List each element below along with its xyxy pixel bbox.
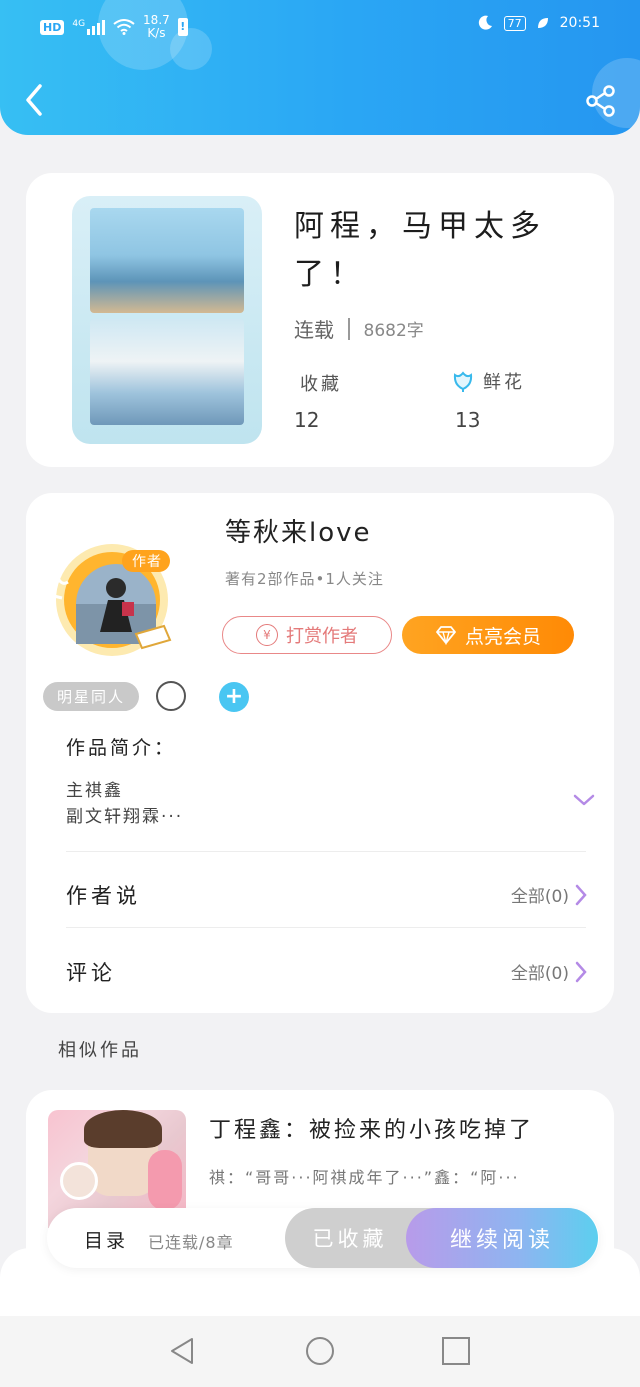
comments-label: 评论 xyxy=(66,961,116,985)
avatar-frame xyxy=(53,544,172,656)
tag-circle-icon[interactable] xyxy=(156,681,186,711)
chevron-right-icon xyxy=(575,884,587,905)
toc-button[interactable]: 目录 xyxy=(84,1226,128,1253)
nav-recents-icon[interactable] xyxy=(441,1336,471,1366)
battery-indicator: 77 xyxy=(503,15,526,31)
tag-chip[interactable]: 明星同人 xyxy=(43,682,139,711)
vip-label: 点亮会员 xyxy=(464,625,541,648)
net-speed: 18.7 K/s xyxy=(143,13,170,40)
author-says-label: 作者说 xyxy=(66,884,141,908)
intro-line: 主祺鑫 xyxy=(66,781,123,801)
word-count: 8682字 xyxy=(363,321,424,341)
cover-image-top xyxy=(90,208,244,313)
intro-line: 副文轩翔霖··· xyxy=(66,807,184,827)
favorites-label: 收藏 xyxy=(300,374,342,395)
hd-badge: HD xyxy=(40,19,65,35)
tip-author-label: 打赏作者 xyxy=(286,626,358,647)
similar-title[interactable]: 丁程鑫：被捡来的小孩吃掉了 xyxy=(209,1112,534,1144)
add-tag-button[interactable]: + xyxy=(219,682,249,712)
divider xyxy=(66,851,586,852)
chevron-right-icon xyxy=(575,961,587,982)
flowers-label: 鲜花 xyxy=(483,372,525,393)
nav-back-icon[interactable] xyxy=(168,1336,198,1366)
author-says-count: 全部(0) xyxy=(510,887,569,907)
flowers-count: 13 xyxy=(455,408,481,432)
signal-icon: 4G xyxy=(72,19,106,35)
top-header: HD 4G 18.7 K/s ! 77 20:51 xyxy=(0,0,640,135)
yen-icon: ¥ xyxy=(256,624,278,646)
nav-home-icon[interactable] xyxy=(305,1336,335,1366)
book-status: 连载 xyxy=(294,318,334,342)
clock: 20:51 xyxy=(559,15,600,31)
moon-icon xyxy=(478,15,492,30)
intro-label: 作品简介： xyxy=(66,737,177,759)
divider xyxy=(348,317,350,340)
flowers-stat[interactable]: 鲜花 xyxy=(451,368,525,394)
wifi-icon xyxy=(113,19,135,35)
cover-image-bottom xyxy=(90,319,244,425)
cover-figure-hair xyxy=(84,1110,162,1148)
author-summary: 著有2部作品•1人关注 xyxy=(225,570,384,588)
favorites-count: 12 xyxy=(294,408,320,432)
diamond-icon xyxy=(436,626,456,645)
cover-decor xyxy=(148,1150,182,1210)
author-avatar[interactable]: 作者 xyxy=(52,538,182,658)
similar-desc: 祺：“哥哥···阿祺成年了···”鑫：“阿··· xyxy=(209,1168,520,1187)
status-bar: HD 4G 18.7 K/s ! 77 20:51 xyxy=(40,10,600,44)
author-badge: 作者 xyxy=(132,554,162,570)
toc-status: 已连载/8章 xyxy=(148,1233,234,1252)
cover-small-avatar xyxy=(60,1162,98,1200)
tip-author-button[interactable]: ¥ 打赏作者 xyxy=(222,616,392,654)
vip-button[interactable]: 点亮会员 xyxy=(402,616,574,654)
share-icon[interactable] xyxy=(584,84,618,118)
network-type: 4G xyxy=(72,19,86,29)
alert-icon: ! xyxy=(177,18,188,36)
leaf-icon xyxy=(537,18,548,28)
chevron-down-icon[interactable] xyxy=(572,792,596,808)
divider xyxy=(66,927,586,928)
back-arrow-icon[interactable] xyxy=(20,82,50,118)
book-title: 阿程，马甲太多了！ xyxy=(294,209,546,292)
author-says-more[interactable]: 全部(0) xyxy=(511,882,587,907)
similar-section-title: 相似作品 xyxy=(58,1040,142,1061)
book-cover[interactable] xyxy=(72,196,262,444)
comments-count: 全部(0) xyxy=(510,964,569,984)
continue-reading-button[interactable]: 继续阅读 xyxy=(406,1208,598,1268)
flower-icon xyxy=(453,371,473,392)
author-name[interactable]: 等秋来love xyxy=(225,512,372,549)
book-meta: 连载 8682字 xyxy=(294,314,424,343)
comments-more[interactable]: 全部(0) xyxy=(511,959,587,984)
